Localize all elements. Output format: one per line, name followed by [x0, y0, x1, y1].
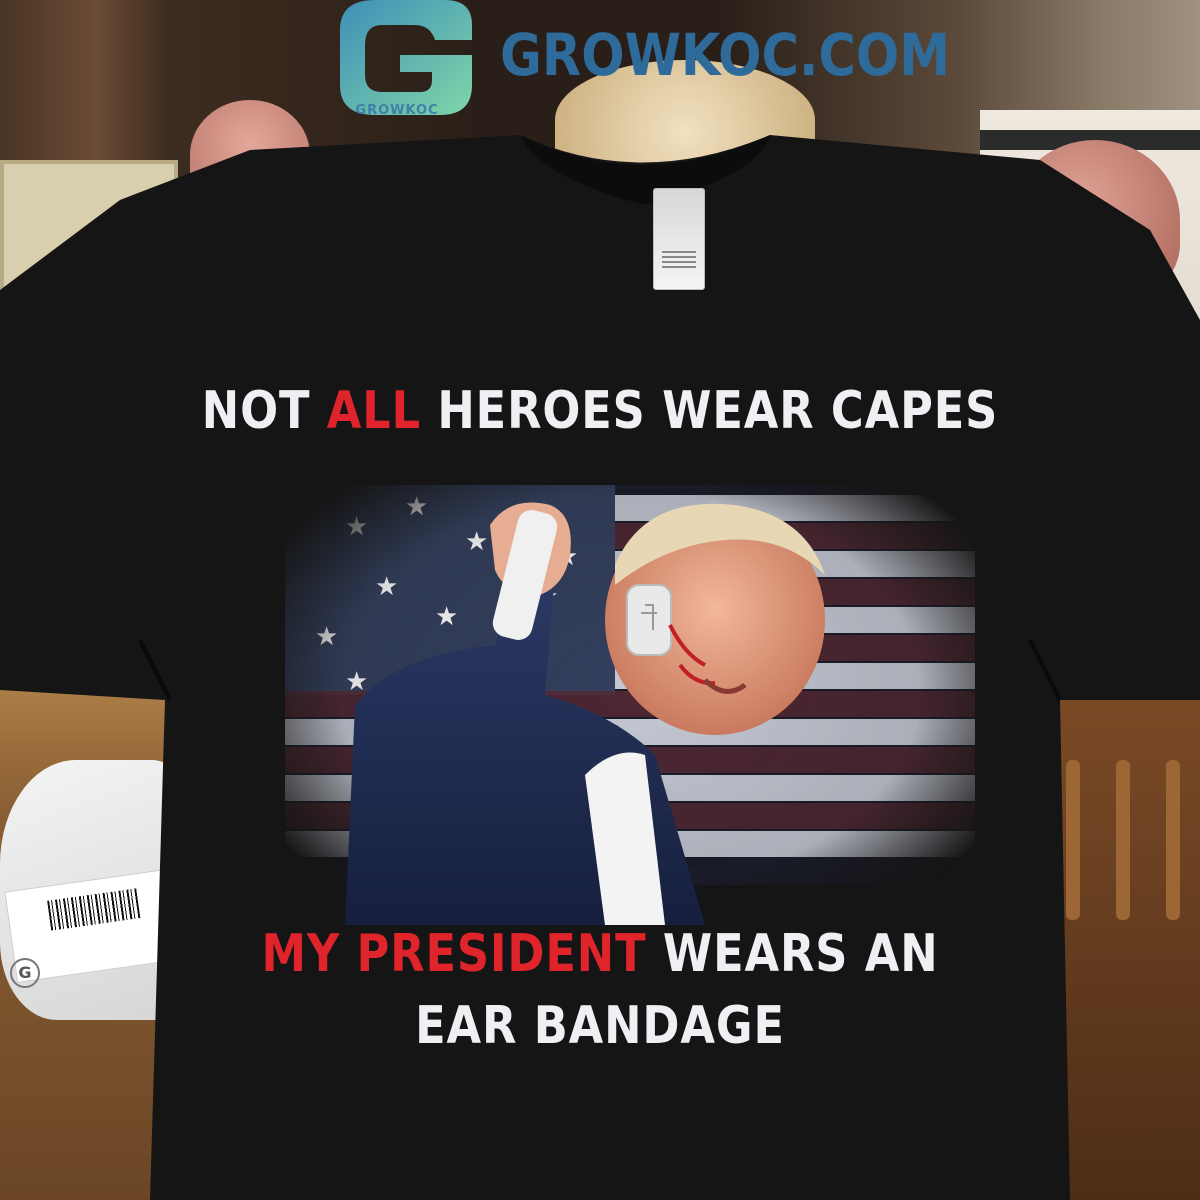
logo-caption: GROWKOC [355, 103, 439, 118]
svg-text:★: ★ [345, 512, 368, 542]
svg-text:★: ★ [465, 527, 488, 557]
shirt-print-artwork: ★ ★ ★ ★ ★ ★ ★ ★ ★ ★ [285, 485, 975, 925]
svg-text:★: ★ [405, 492, 428, 522]
site-name-watermark: GROWKOC.COM [500, 21, 951, 89]
svg-text:★: ★ [375, 572, 398, 602]
print-line-1-post: HEROES WEAR CAPES [420, 381, 999, 441]
print-line-2-post: WEARS AN [646, 924, 939, 984]
growkoc-logo-icon [340, 0, 472, 115]
print-line-3: EAR BANDAGE [415, 996, 785, 1056]
svg-text:★: ★ [345, 667, 368, 697]
photo-scene: G ★ ★ ★ ★ ★ ★ ★ GROWKOC GROWKOC.COM NOT … [0, 0, 1200, 1200]
svg-text:★: ★ [435, 602, 458, 632]
print-line-2: MY PRESIDENT WEARS AN [84, 928, 1116, 980]
shirt-tag [653, 188, 705, 290]
svg-text:★: ★ [315, 622, 338, 652]
print-line-1-accent: ALL [326, 381, 421, 441]
print-line-1-pre: NOT [201, 381, 327, 441]
print-line-2-accent: MY PRESIDENT [261, 924, 647, 984]
print-line-1: NOT ALL HEROES WEAR CAPES [84, 385, 1116, 437]
